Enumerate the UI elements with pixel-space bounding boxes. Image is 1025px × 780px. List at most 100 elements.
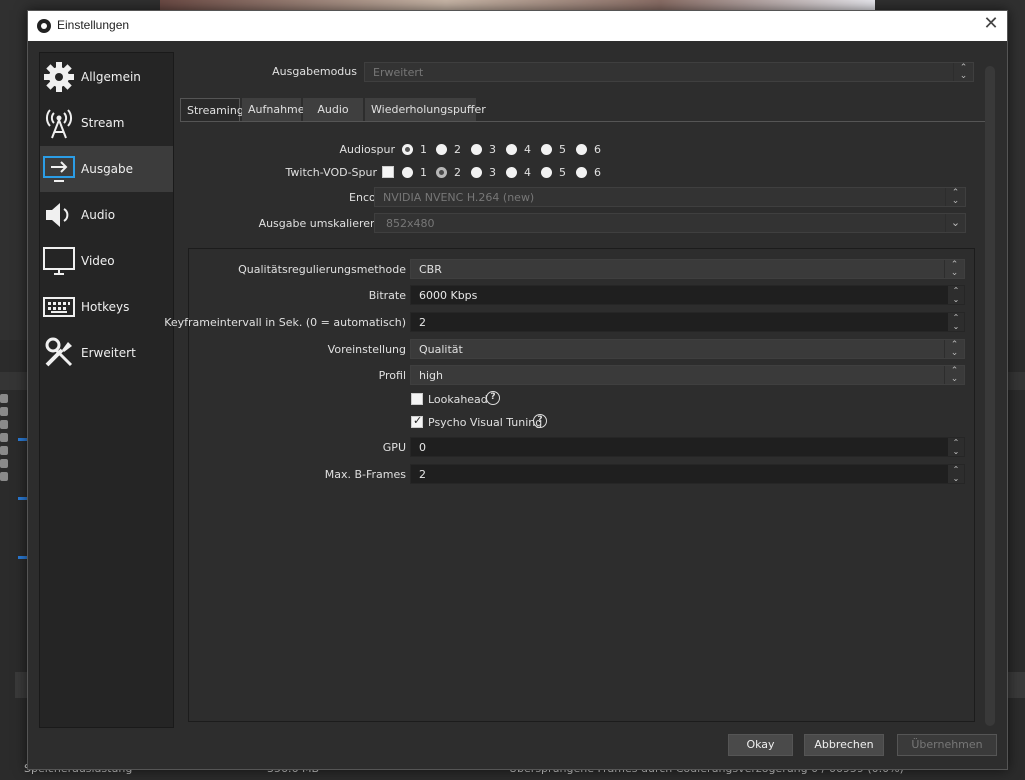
audio-track-radio-2[interactable] [436,144,447,155]
vertical-scrollbar[interactable] [985,66,995,726]
bitrate-value: 6000 Kbps [419,289,478,302]
rate-control-value: CBR [419,263,442,276]
help-icon[interactable]: ? [486,391,500,405]
output-mode-select[interactable]: Erweitert ⌃ ⌄ [364,62,974,82]
help-icon[interactable]: ? [533,414,547,428]
profile-value: high [419,369,443,382]
chevron-updown-icon: ⌃ ⌄ [944,366,964,384]
speaker-icon [46,203,69,227]
sidebar-item-audio[interactable]: Audio [40,192,173,238]
gpu-label: GPU [382,441,406,454]
profile-label: Profil [378,369,406,382]
audio-track-radio-3[interactable] [471,144,482,155]
radio-label: 4 [524,166,531,179]
output-settings-panel: Ausgabemodus Erweitert ⌃ ⌄ Streaming Aufn… [164,52,998,728]
spin-arrows-icon[interactable]: ⌃ ⌄ [948,286,964,304]
monitor-icon [43,247,75,275]
chevron-updown-icon: ⌃ ⌄ [953,63,973,81]
obs-logo-icon [37,19,51,33]
title-bar: Einstellungen ✕ [28,11,1007,41]
bframes-label: Max. B-Frames [324,468,406,481]
lookahead-label: Lookahead [428,393,488,406]
audio-track-label: Audiospur [339,143,395,156]
vod-track-radio-3[interactable] [471,167,482,178]
audio-track-radio-4[interactable] [506,144,517,155]
sidebar-item-stream[interactable]: Stream [40,100,173,146]
rate-control-select[interactable]: CBR ⌃ ⌄ [410,259,965,279]
gpu-input[interactable]: 0 ⌃ ⌄ [410,437,965,457]
spin-arrows-icon[interactable]: ⌃ ⌄ [948,465,964,483]
keyframe-input[interactable]: 2 ⌃ ⌄ [410,312,965,332]
gpu-value: 0 [419,441,426,454]
sidebar-item-erweitert[interactable]: Erweitert [40,330,173,376]
audio-track-radio-1[interactable] [402,144,413,155]
psycho-visual-label: Psycho Visual Tuning [428,416,543,429]
sidebar-item-label: Video [81,254,115,268]
tab-wiederholungspuffer[interactable]: Wiederholungspuffer [365,98,486,121]
sidebar-item-video[interactable]: Video [40,238,173,284]
radio-label: 1 [420,166,427,179]
encoder-settings-group: Qualitätsregulierungsmethode CBR ⌃ ⌄ Bitr… [164,248,975,722]
encoder-select[interactable]: NVIDIA NVENC H.264 (new) ⌃ ⌄ [374,187,966,207]
cancel-button[interactable]: Abbrechen [804,734,884,756]
audio-track-radio-6[interactable] [576,144,587,155]
broadcast-antenna-icon [46,109,72,139]
rescale-value: 852x480 [386,217,435,230]
radio-label: 4 [524,143,531,156]
lookahead-checkbox[interactable] [411,393,423,405]
tab-aufnahme[interactable]: Aufnahme [242,98,305,121]
spin-arrows-icon[interactable]: ⌃ ⌄ [948,313,964,331]
tools-icon [45,337,73,367]
twitch-vod-label: Twitch-VOD-Spur [285,166,378,179]
bitrate-input[interactable]: 6000 Kbps ⌃ ⌄ [410,285,965,305]
sidebar-item-label: Allgemein [81,70,141,84]
rescale-select[interactable]: 852x480 ⌄ [374,213,966,233]
sidebar-item-ausgabe[interactable]: Ausgabe [40,146,173,192]
vod-track-radio-6[interactable] [576,167,587,178]
close-icon[interactable]: ✕ [981,15,1001,35]
okay-button[interactable]: Okay [728,734,793,756]
encoder-value: NVIDIA NVENC H.264 (new) [383,191,535,204]
output-monitor-icon [43,156,75,182]
preset-select[interactable]: Qualität ⌃ ⌄ [410,339,965,359]
radio-label: 5 [559,166,566,179]
scene-lock-icons [0,390,12,500]
sidebar-item-label: Stream [81,116,125,130]
vod-track-radio-4[interactable] [506,167,517,178]
bitrate-label: Bitrate [368,289,406,302]
apply-button[interactable]: Übernehmen [897,734,997,756]
sidebar-item-label: Erweitert [81,346,136,360]
window-title: Einstellungen [57,18,130,32]
settings-dialog: Einstellungen ✕ Allgemein Stream Ausgabe… [27,10,1008,770]
tab-streaming[interactable]: Streaming [180,98,244,121]
vod-track-radio-5[interactable] [541,167,552,178]
radio-label: 2 [454,143,461,156]
radio-label: 3 [489,143,496,156]
chevron-updown-icon: ⌃ ⌄ [945,188,965,206]
vod-track-radio-2[interactable] [436,167,447,178]
bframes-value: 2 [419,468,426,481]
sidebar-item-hotkeys[interactable]: Hotkeys [40,284,173,330]
chevron-updown-icon: ⌃ ⌄ [944,340,964,358]
profile-select[interactable]: high ⌃ ⌄ [410,365,965,385]
radio-label: 6 [594,143,601,156]
bframes-input[interactable]: 2 ⌃ ⌄ [410,464,965,484]
audio-track-radio-5[interactable] [541,144,552,155]
keyboard-icon [43,297,75,317]
tab-audio[interactable]: Audio [303,98,363,121]
chevron-down-icon: ⌄ [945,214,965,232]
psycho-visual-checkbox[interactable] [411,414,423,428]
output-mode-value: Erweitert [373,66,424,79]
preset-value: Qualität [419,343,463,356]
sidebar-item-allgemein[interactable]: Allgemein [40,54,173,100]
tab-divider [180,121,986,122]
rate-control-label: Qualitätsregulierungsmethode [238,263,406,276]
radio-label: 1 [420,143,427,156]
vod-track-radio-1[interactable] [402,167,413,178]
radio-label: 5 [559,143,566,156]
keyframe-label: Keyframeintervall in Sek. (0 = automatis… [164,316,406,329]
gear-icon [44,62,74,92]
twitch-vod-checkbox[interactable] [382,166,394,178]
output-mode-label: Ausgabemodus [272,65,357,78]
spin-arrows-icon[interactable]: ⌃ ⌄ [948,438,964,456]
